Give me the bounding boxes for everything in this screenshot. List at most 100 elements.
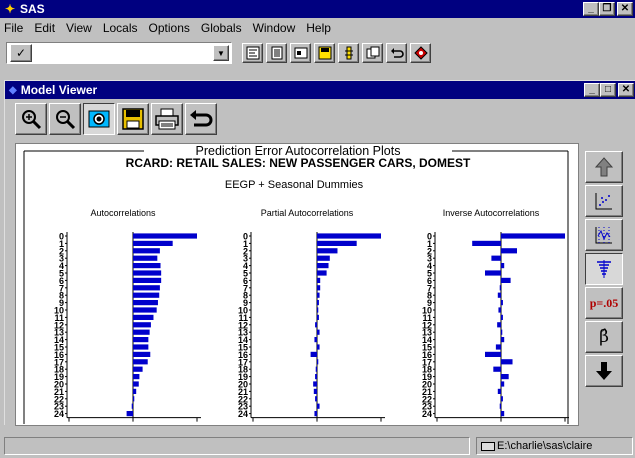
autocorrelations-bar bbox=[133, 329, 150, 335]
p05-icon[interactable]: p=.05 bbox=[585, 287, 623, 319]
inverse-autocorrelations-bar bbox=[501, 248, 517, 254]
partial-autocorrelations-bar bbox=[315, 374, 317, 380]
inverse-autocorrelations-bar bbox=[497, 322, 501, 328]
inverse-autocorrelations-bar bbox=[501, 263, 505, 269]
partial-autocorrelations-bar bbox=[315, 322, 317, 328]
model-viewer-title: Model Viewer bbox=[20, 83, 98, 97]
child-minimize-button[interactable]: _ bbox=[584, 83, 600, 97]
autocorrelations-bar bbox=[131, 403, 133, 409]
partial-autocorrelations-bar bbox=[317, 329, 320, 335]
acf-plots-svg: Prediction Error Autocorrelation Plots R… bbox=[23, 144, 569, 454]
print-icon[interactable] bbox=[338, 43, 359, 63]
autocorrelations-bar bbox=[133, 285, 160, 291]
status-message bbox=[4, 437, 470, 455]
partial-autocorrelations-bar bbox=[317, 270, 327, 276]
partial-autocorrelations-bar bbox=[317, 263, 329, 269]
partial-autocorrelations-title: Partial Autocorrelations bbox=[261, 208, 354, 218]
status-bar: E:\charlie\sas\claire bbox=[0, 434, 635, 458]
partial-autocorrelations-bar bbox=[317, 240, 357, 246]
camera-icon[interactable] bbox=[83, 103, 115, 135]
chart-subtitle: RCARD: RETAIL SALES: NEW PASSENGER CARS,… bbox=[126, 156, 471, 170]
menu-view[interactable]: View bbox=[66, 21, 92, 35]
inverse-autocorrelations-bar bbox=[498, 307, 501, 313]
minimize-button[interactable]: _ bbox=[583, 2, 599, 16]
autocorrelations-bar bbox=[133, 314, 154, 320]
inverse-autocorrelations-title: Inverse Autocorrelations bbox=[443, 208, 540, 218]
status-path: E:\charlie\sas\claire bbox=[497, 440, 593, 452]
app-title-bar[interactable]: ✦ SAS _ ❐ ✕ bbox=[0, 0, 635, 18]
partial-autocorrelations-bar bbox=[317, 248, 338, 254]
autocorrelations-bar bbox=[133, 388, 137, 394]
partial-autocorrelations-lag-label: 24 bbox=[238, 409, 248, 419]
beta-label: β̂ bbox=[599, 327, 609, 347]
autocorrelations-bar bbox=[133, 396, 135, 402]
restore-button[interactable]: ❐ bbox=[599, 2, 615, 16]
print-icon[interactable] bbox=[151, 103, 183, 135]
save-icon[interactable] bbox=[117, 103, 149, 135]
inverse-autocorrelations-bar bbox=[495, 344, 501, 350]
menu-window[interactable]: Window bbox=[253, 21, 296, 35]
model-viewer-title-bar[interactable]: ◆ Model Viewer _ □ ✕ bbox=[5, 81, 635, 99]
save-icon[interactable] bbox=[314, 43, 335, 63]
inverse-autocorrelations-bar bbox=[501, 411, 505, 417]
main-toolbar: ✓ ▼ bbox=[0, 39, 635, 67]
menu-file[interactable]: File bbox=[4, 21, 23, 35]
new-icon[interactable] bbox=[266, 43, 287, 63]
menu-edit[interactable]: Edit bbox=[34, 21, 55, 35]
beta-hat-icon[interactable]: β̂ bbox=[585, 321, 623, 353]
autocorrelations-bar bbox=[133, 233, 197, 239]
inverse-autocorrelations-bar bbox=[499, 285, 501, 291]
inverse-autocorrelations-bar bbox=[497, 292, 501, 298]
drive-icon bbox=[481, 441, 495, 451]
inverse-autocorrelations-bar bbox=[485, 351, 501, 357]
up-arrow-icon[interactable] bbox=[585, 151, 623, 183]
partial-autocorrelations-bar bbox=[317, 233, 381, 239]
explorer-icon[interactable] bbox=[242, 43, 263, 63]
acf-icon[interactable] bbox=[585, 253, 623, 285]
autocorrelations-bar bbox=[133, 240, 173, 246]
undo-icon[interactable] bbox=[386, 43, 407, 63]
model-viewer-window: ◆ Model Viewer _ □ ✕ Prediction Error Au… bbox=[4, 80, 635, 454]
zoom-out-icon[interactable] bbox=[49, 103, 81, 135]
inverse-autocorrelations-bar bbox=[501, 277, 511, 283]
partial-autocorrelations-bar bbox=[313, 388, 317, 394]
menu-globals[interactable]: Globals bbox=[201, 21, 242, 35]
plot-canvas: Prediction Error Autocorrelation Plots R… bbox=[15, 143, 579, 454]
inverse-autocorrelations-bar bbox=[499, 403, 501, 409]
child-maximize-button[interactable]: □ bbox=[600, 83, 616, 97]
partial-autocorrelations-bar bbox=[317, 403, 320, 409]
menu-options[interactable]: Options bbox=[149, 21, 190, 35]
autocorrelations-bar bbox=[133, 337, 149, 343]
check-icon[interactable]: ✓ bbox=[10, 44, 32, 62]
autocorrelations-bar bbox=[133, 300, 158, 306]
chevron-down-icon[interactable]: ▼ bbox=[213, 45, 229, 61]
inverse-autocorrelations-bar bbox=[485, 270, 501, 276]
command-box[interactable]: ✓ ▼ bbox=[6, 42, 232, 64]
menu-locals[interactable]: Locals bbox=[103, 21, 138, 35]
copy-icon[interactable] bbox=[362, 43, 383, 63]
partial-autocorrelations-bar bbox=[317, 344, 320, 350]
panels-group: Autocorrelations012345678910111213141516… bbox=[54, 208, 569, 454]
open-icon[interactable] bbox=[290, 43, 311, 63]
autocorrelations-lag-label: 24 bbox=[54, 409, 64, 419]
autocorrelations-bar bbox=[133, 381, 139, 387]
partial-autocorrelations-bar bbox=[315, 396, 317, 402]
side-toolbar: p=.05 β̂ bbox=[585, 151, 623, 387]
return-icon[interactable] bbox=[185, 103, 217, 135]
model-label: EEGP + Seasonal Dummies bbox=[225, 179, 364, 191]
autocorrelations-bar bbox=[133, 263, 161, 269]
menu-help[interactable]: Help bbox=[306, 21, 331, 35]
down-arrow-icon[interactable] bbox=[585, 355, 623, 387]
partial-autocorrelations-bar bbox=[315, 366, 317, 372]
partial-autocorrelations-bar bbox=[317, 277, 321, 283]
autocorrelations-bar bbox=[133, 351, 151, 357]
scatter-icon[interactable] bbox=[585, 185, 623, 217]
toolbar-icons bbox=[242, 43, 431, 63]
model-viewer-icon: ◆ bbox=[9, 84, 17, 96]
series-icon[interactable] bbox=[585, 219, 623, 251]
child-close-button[interactable]: ✕ bbox=[618, 83, 634, 97]
close-button[interactable]: ✕ bbox=[617, 2, 633, 16]
help-icon[interactable] bbox=[410, 43, 431, 63]
zoom-in-icon[interactable] bbox=[15, 103, 47, 135]
model-viewer-toolbar bbox=[15, 103, 217, 135]
